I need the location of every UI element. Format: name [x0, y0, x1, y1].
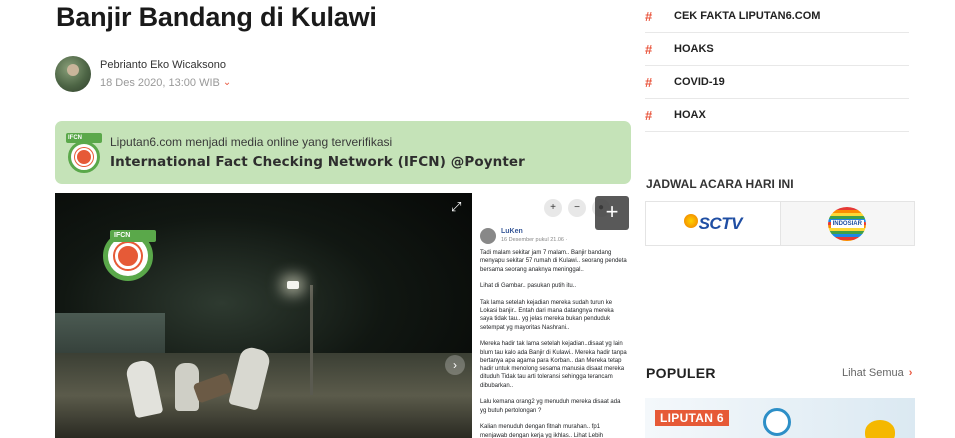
add-icon[interactable]: + — [595, 196, 629, 230]
liputan6-logo: LIPUTAN 6 — [655, 410, 729, 426]
author-row: Pebrianto Eko Wicaksono 18 Des 2020, 13:… — [55, 56, 231, 92]
author-name[interactable]: Pebrianto Eko Wicaksono — [100, 57, 231, 73]
banner-text: Liputan6.com menjadi media online yang t… — [110, 134, 393, 149]
fb-post-text: Tadi malam sekitar jam 7 malam.. Banjir … — [480, 250, 627, 438]
post-date-text: 18 Des 2020, 13:00 WIB — [100, 77, 220, 89]
leaf-illustration-icon — [865, 420, 895, 438]
channel-tab-indosiar[interactable]: INDOSIAR — [779, 202, 914, 245]
zoom-in-icon[interactable]: + — [544, 199, 562, 217]
popular-card[interactable]: LIPUTAN 6 — [645, 398, 915, 438]
next-arrow-icon[interactable]: › — [445, 355, 465, 375]
fb-post-header: LuKen 16 Desember pukul 21.06 · — [480, 227, 567, 244]
article-title: Banjir Bandang di Kulawi — [56, 2, 377, 32]
fb-date: 16 Desember pukul 21.06 · — [501, 237, 568, 243]
chevron-down-icon[interactable]: ⌄ — [223, 75, 231, 91]
topic-label[interactable]: HOAX — [674, 109, 706, 121]
chevron-right-icon[interactable]: › — [909, 367, 913, 379]
topic-item-hoax[interactable]: # HOAX — [645, 99, 909, 132]
topic-label[interactable]: CEK FAKTA LIPUTAN6.COM — [674, 10, 820, 22]
popular-title: POPULER — [646, 365, 716, 381]
zoom-out-icon[interactable]: − — [568, 199, 586, 217]
media-gallery[interactable]: IFCN ⤢ + − ● LuKen 16 Desember pukul 21.… — [55, 193, 631, 438]
hash-icon: # — [645, 107, 653, 123]
see-all-label[interactable]: Lihat Semua — [842, 367, 904, 379]
topic-item-cek-fakta[interactable]: # CEK FAKTA LIPUTAN6.COM — [645, 0, 909, 33]
ifcn-verified-banner[interactable]: IFCN Liputan6.com menjadi media online y… — [55, 121, 631, 184]
channel-tab-sctv[interactable]: SCTV — [646, 202, 780, 245]
hash-icon: # — [645, 41, 653, 57]
post-date: 18 Des 2020, 13:00 WIB ⌄ — [100, 75, 231, 91]
sctv-logo: SCTV — [683, 213, 742, 234]
author-avatar[interactable] — [55, 56, 91, 92]
fb-author: LuKen — [501, 228, 523, 235]
banner-ifcn-link[interactable]: International Fact Checking Network (IFC… — [110, 153, 525, 172]
hash-icon: # — [645, 8, 653, 24]
ifcn-badge-icon: IFCN — [66, 132, 102, 173]
channel-tabs: SCTV INDOSIAR — [645, 201, 915, 246]
expand-icon[interactable]: ⤢ — [451, 200, 465, 214]
schedule-title: JADWAL ACARA HARI INI — [646, 177, 794, 191]
clock-illustration-icon — [763, 408, 791, 436]
see-all-link[interactable]: Lihat Semua › — [842, 367, 912, 379]
video-frame[interactable]: IFCN ⤢ — [55, 193, 472, 438]
indosiar-logo: INDOSIAR — [828, 206, 867, 241]
topic-item-hoaks[interactable]: # HOAKS — [645, 33, 909, 66]
fb-avatar — [480, 227, 496, 244]
topic-list: # CEK FAKTA LIPUTAN6.COM # HOAKS # COVID… — [645, 0, 909, 132]
topic-item-covid[interactable]: # COVID-19 — [645, 66, 909, 99]
hash-icon: # — [645, 74, 653, 90]
topic-label[interactable]: HOAKS — [674, 43, 714, 55]
ifcn-watermark-icon: IFCN — [103, 230, 156, 281]
topic-label[interactable]: COVID-19 — [674, 76, 725, 88]
